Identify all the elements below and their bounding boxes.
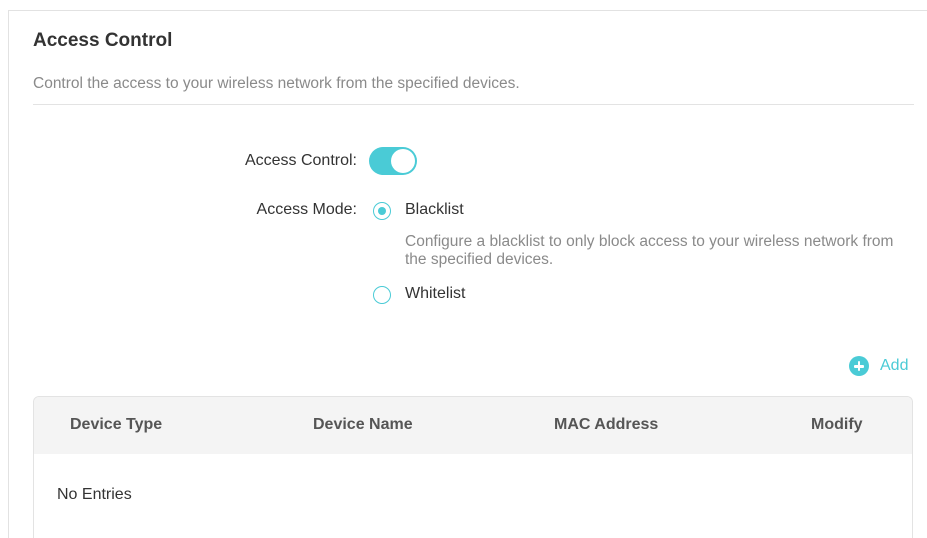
section-title: Access Control [33,30,173,51]
blacklist-label[interactable]: Blacklist [405,201,464,219]
whitelist-label[interactable]: Whitelist [405,285,465,303]
access-control-label: Access Control: [244,152,357,169]
table-header: Device Type Device Name MAC Address Modi… [34,397,912,454]
plus-circle-icon[interactable] [849,356,869,376]
whitelist-radio[interactable] [373,286,391,304]
column-header-device-name: Device Name [313,416,413,433]
blacklist-hint: Configure a blacklist to only block acce… [405,233,894,268]
column-header-mac-address: MAC Address [554,416,659,433]
panel-left-border [8,10,9,538]
add-button-label[interactable]: Add [880,357,908,375]
section-divider [33,104,914,105]
access-mode-label: Access Mode: [256,201,357,218]
column-header-device-type: Device Type [70,416,163,433]
radio-selected-dot [377,206,386,215]
device-table: Device Type Device Name MAC Address Modi… [33,396,913,538]
section-description: Control the access to your wireless netw… [33,75,520,92]
add-button[interactable]: Add [849,356,908,376]
toggle-knob [391,149,415,173]
blacklist-radio[interactable] [373,202,391,220]
panel-top-border [8,10,927,11]
empty-table-message: No Entries [57,486,132,503]
access-control-toggle[interactable] [369,147,417,175]
column-header-modify: Modify [811,416,863,433]
